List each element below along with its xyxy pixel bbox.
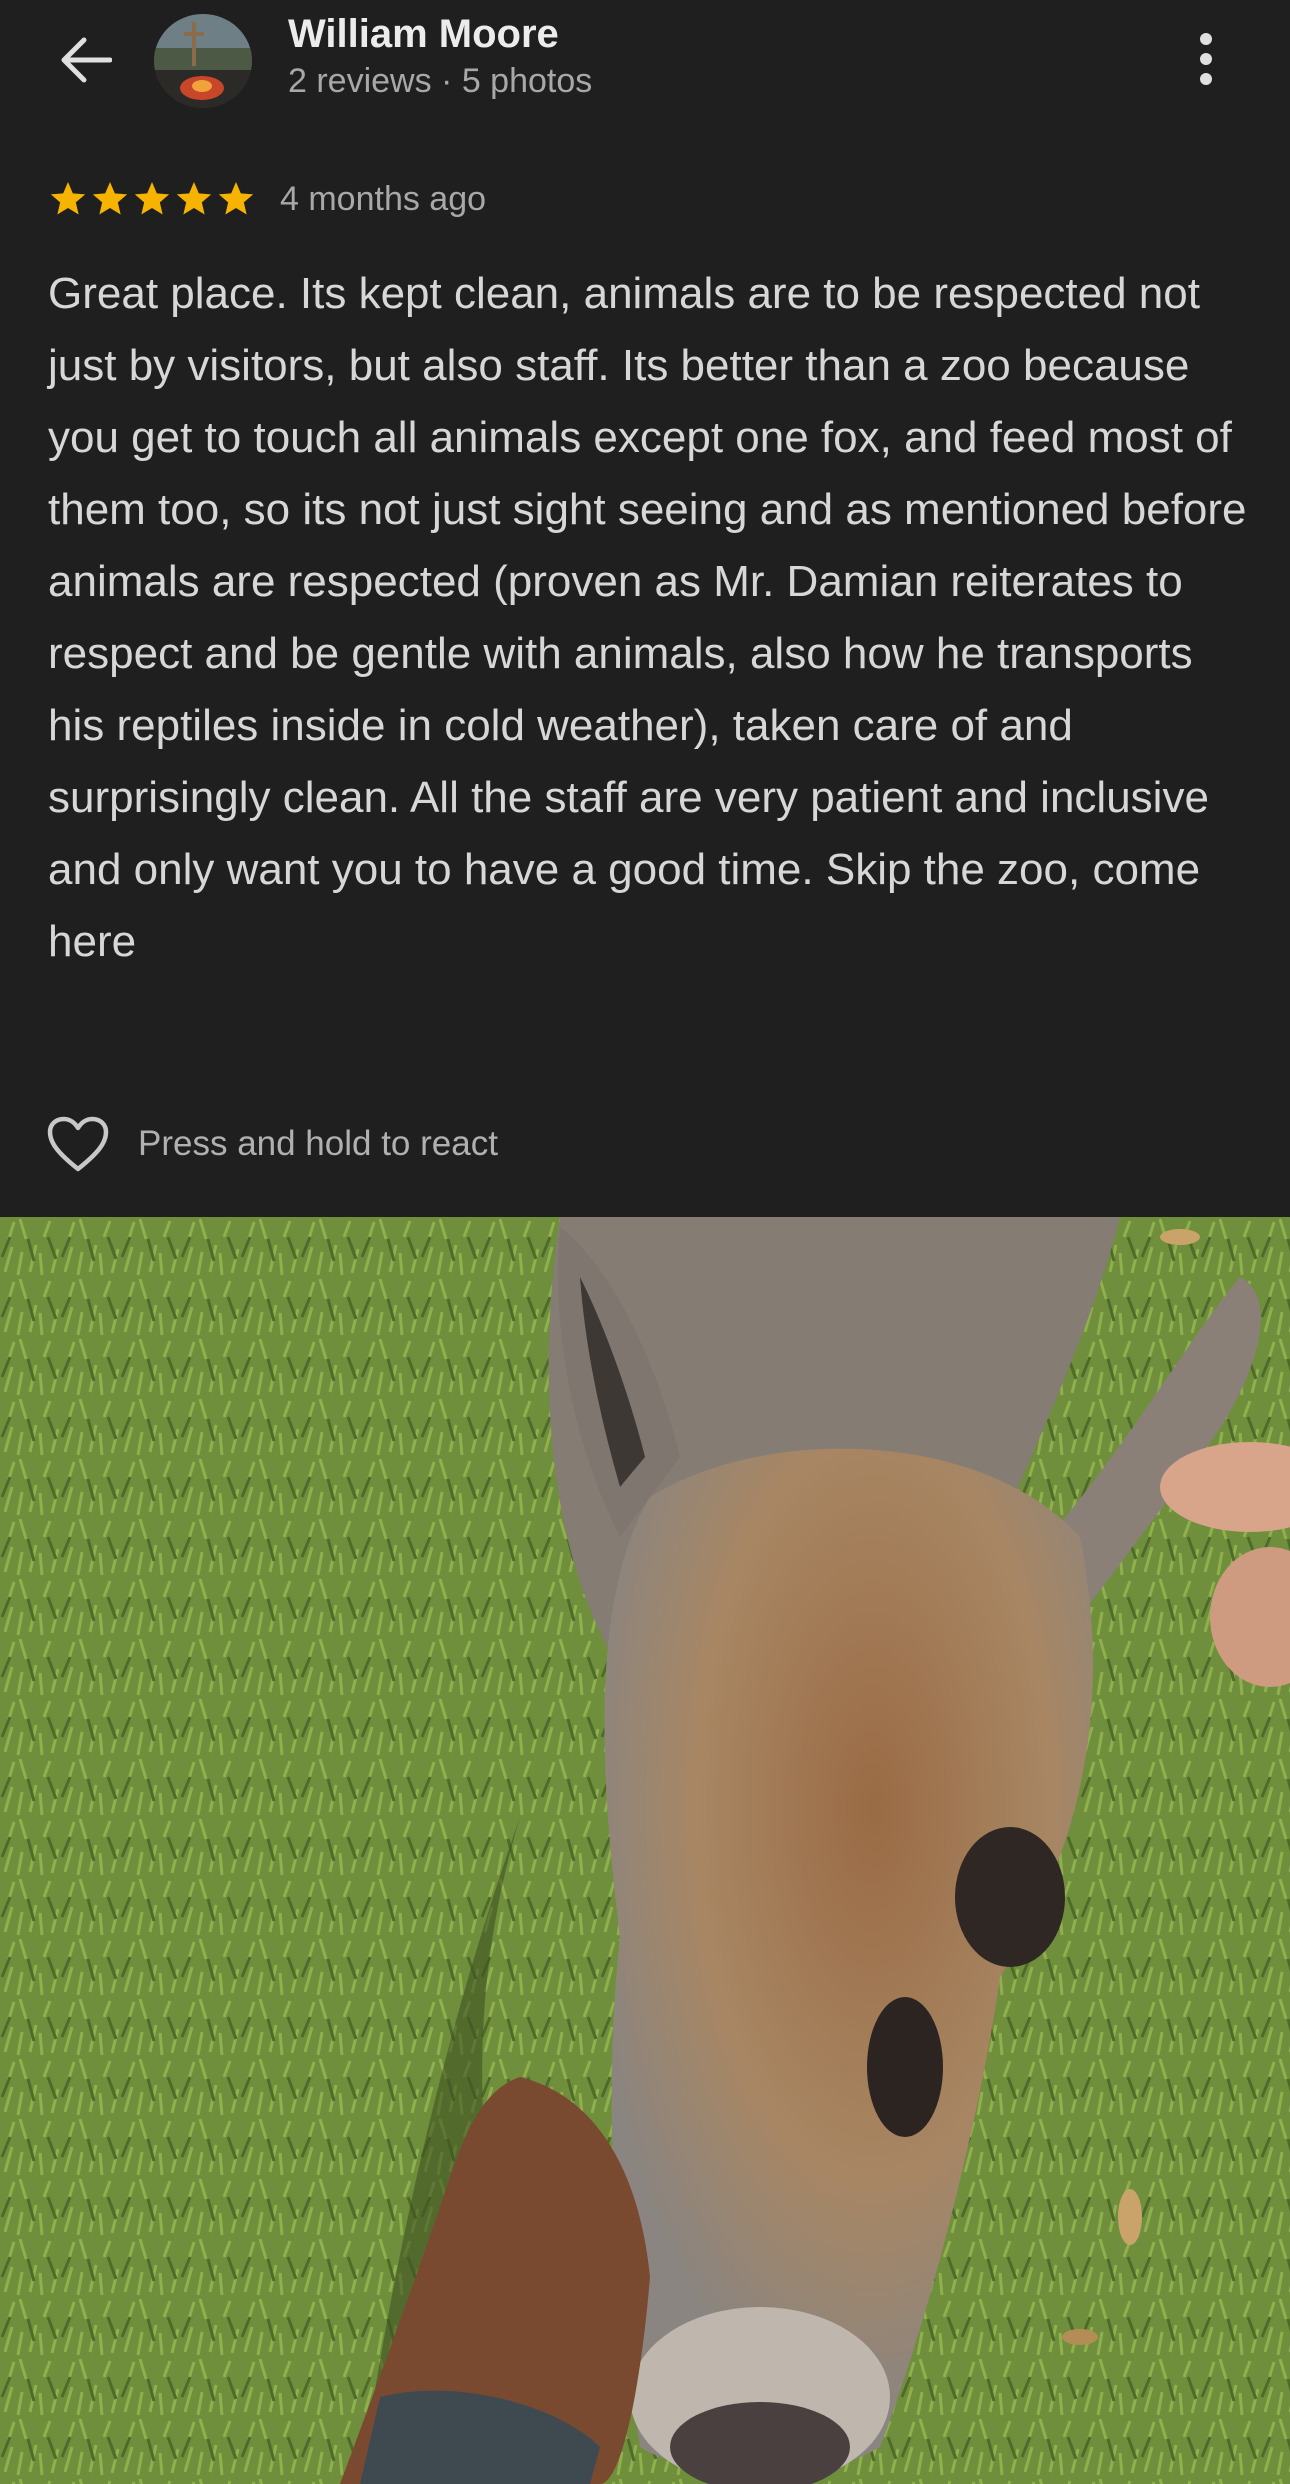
more-vertical-icon bbox=[1200, 33, 1212, 85]
star-icon bbox=[92, 182, 128, 215]
review-header: William Moore 2 reviews · 5 photos bbox=[0, 0, 1290, 120]
avatar[interactable] bbox=[154, 14, 252, 108]
review-time: 4 months ago bbox=[280, 179, 487, 218]
star-icon bbox=[50, 182, 86, 215]
react-button[interactable]: Press and hold to react bbox=[46, 1112, 498, 1176]
react-label: Press and hold to react bbox=[138, 1124, 498, 1163]
star-rating bbox=[48, 179, 256, 219]
reviewer-name[interactable]: William Moore bbox=[288, 12, 559, 57]
review-photo[interactable] bbox=[0, 1217, 1290, 2484]
star-icon bbox=[218, 182, 254, 215]
heart-outline-icon bbox=[47, 1116, 109, 1172]
rating-row: 4 months ago bbox=[48, 176, 486, 222]
star-icon bbox=[176, 182, 212, 215]
more-options-button[interactable] bbox=[1178, 24, 1234, 94]
avatar-image bbox=[154, 14, 252, 108]
donkey-photo bbox=[0, 1217, 1290, 2484]
reviewer-meta: 2 reviews · 5 photos bbox=[288, 62, 593, 100]
star-icon bbox=[134, 182, 170, 215]
arrow-left-icon bbox=[61, 37, 112, 83]
back-button[interactable] bbox=[50, 30, 120, 90]
review-text: Great place. Its kept clean, animals are… bbox=[48, 269, 1247, 966]
